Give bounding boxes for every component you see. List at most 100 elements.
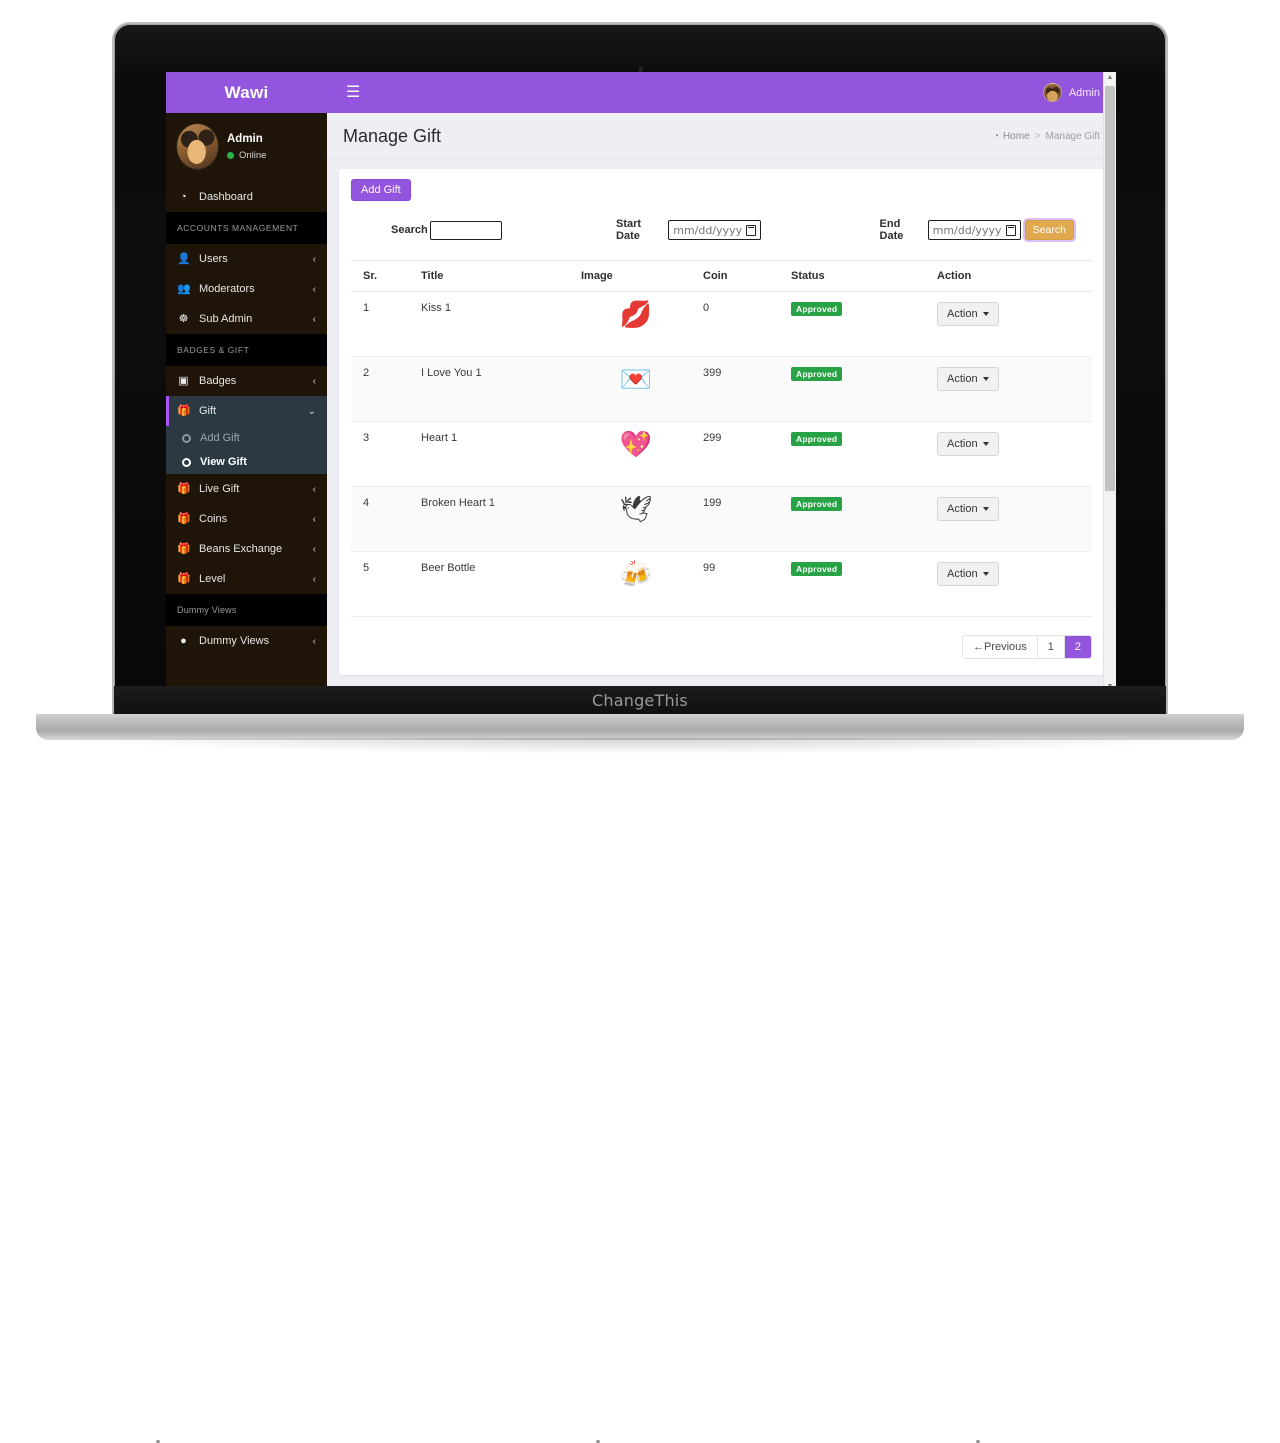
- chevron-left-icon: ‹: [312, 513, 316, 525]
- dashboard-icon: ◔: [180, 190, 187, 203]
- end-date-label: End Date: [879, 218, 904, 242]
- cell-title: Heart 1: [409, 421, 569, 487]
- gift-table: Sr. Title Image Coin Status Action 1 Kis…: [351, 260, 1092, 617]
- love-you-text-emoji: 💌: [619, 365, 653, 395]
- status-badge: Approved: [791, 562, 843, 576]
- search-label: Search: [391, 224, 428, 236]
- column-header-sr: Sr.: [351, 260, 409, 292]
- search-input[interactable]: [429, 220, 502, 240]
- gift-card-panel: Add Gift Search Start Date mm/dd/yyyy En…: [339, 169, 1104, 675]
- action-button-label: Action: [947, 373, 978, 385]
- laptop-mockup: Wawi ☰ Admin Admin Online ◔ Dashboard AC…: [0, 0, 1280, 1443]
- caret-down-icon: [982, 377, 989, 381]
- breadcrumb-home-label: Home: [1002, 131, 1030, 142]
- body-row: Admin Online ◔ Dashboard ACCOUNTS MANAGE…: [166, 113, 1116, 692]
- cell-coin: 399: [691, 356, 779, 422]
- end-date-input[interactable]: mm/dd/yyyy: [927, 220, 1021, 240]
- vertical-scrollbar[interactable]: ▲ ▼: [1103, 72, 1116, 692]
- pagination-page-1[interactable]: 1: [1037, 636, 1065, 658]
- circle-outline-icon: [182, 457, 191, 467]
- badge-icon: ▣: [178, 374, 189, 387]
- page-header: Manage Gift ◔ Home > Manage Gift: [327, 113, 1116, 159]
- sidebar-user-status: Online: [227, 150, 266, 161]
- add-gift-button[interactable]: Add Gift: [351, 179, 411, 201]
- pagination-wrapper: ←Previous 1 2: [351, 635, 1092, 659]
- search-button[interactable]: Search: [1024, 220, 1074, 240]
- action-dropdown-button[interactable]: Action: [937, 302, 999, 326]
- caret-down-icon: [982, 312, 989, 316]
- action-button-label: Action: [947, 438, 978, 450]
- sidebar-item-beans-exchange[interactable]: 🎁 Beans Exchange ‹: [166, 534, 327, 564]
- sidebar-item-coins[interactable]: 🎁 Coins ‹: [166, 504, 327, 534]
- beer-bottle-emoji: 🍻: [619, 560, 653, 590]
- avatar: [1042, 83, 1062, 102]
- circle-icon: ●: [180, 634, 187, 647]
- sidebar-subitem-add-gift[interactable]: Add Gift: [166, 426, 327, 450]
- calendar-icon[interactable]: [746, 224, 757, 236]
- scroll-up-arrow-icon[interactable]: ▲: [1104, 72, 1116, 83]
- sidebar-item-moderators[interactable]: 👥 Moderators ‹: [166, 274, 327, 304]
- pagination-previous[interactable]: ←Previous: [962, 636, 1038, 658]
- sidebar-item-gift[interactable]: 🎁 Gift ⌄: [166, 396, 327, 426]
- cell-action: Action: [925, 421, 1092, 487]
- action-dropdown-button[interactable]: Action: [937, 432, 999, 456]
- status-badge: Approved: [791, 367, 843, 381]
- sidebar-item-live-gift[interactable]: 🎁 Live Gift ‹: [166, 474, 327, 504]
- sidebar-item-dummy-views[interactable]: ● Dummy Views ‹: [166, 626, 327, 656]
- gift-table-body: 1 Kiss 1 💋 0 Approved Action 2 I Love Yo…: [351, 291, 1092, 617]
- cell-image: 🍻: [569, 551, 691, 617]
- start-date-input[interactable]: mm/dd/yyyy: [668, 220, 762, 240]
- cell-status: Approved: [779, 486, 925, 552]
- breadcrumb-home[interactable]: ◔ Home: [993, 131, 1030, 142]
- sidebar-subitem-label: View Gift: [200, 456, 247, 468]
- action-dropdown-button[interactable]: Action: [937, 562, 999, 586]
- status-badge: Approved: [791, 497, 843, 511]
- user-icon: 👤: [177, 252, 191, 265]
- cell-sr: 1: [351, 291, 409, 357]
- status-badge: Approved: [791, 432, 843, 446]
- scrollbar-thumb[interactable]: [1105, 86, 1115, 491]
- sidebar-item-sub-admin[interactable]: ☸ Sub Admin ‹: [166, 304, 327, 334]
- gift-icon: 🎁: [177, 572, 191, 585]
- caret-down-icon: [982, 507, 989, 511]
- cell-action: Action: [925, 291, 1092, 357]
- cell-sr: 4: [351, 486, 409, 552]
- sidebar-item-label: Beans Exchange: [199, 543, 283, 555]
- home-icon: ◔: [992, 131, 999, 142]
- breadcrumb: ◔ Home > Manage Gift: [993, 131, 1100, 142]
- sidebar-item-level[interactable]: 🎁 Level ‹: [166, 564, 327, 594]
- sidebar-item-users[interactable]: 👤 Users ‹: [166, 244, 327, 274]
- chevron-down-icon: ⌄: [307, 405, 316, 417]
- sidebar-item-badges[interactable]: ▣ Badges ‹: [166, 366, 327, 396]
- sidebar-subitem-view-gift[interactable]: View Gift: [166, 450, 327, 474]
- sidebar-item-dashboard[interactable]: ◔ Dashboard: [166, 182, 327, 212]
- pagination-page-2[interactable]: 2: [1064, 636, 1091, 658]
- app-brand[interactable]: Wawi: [166, 83, 327, 103]
- column-header-action: Action: [925, 260, 1092, 292]
- sidebar-item-label: Dummy Views: [199, 635, 270, 647]
- column-header-image: Image: [569, 260, 691, 292]
- table-row: 5 Beer Bottle 🍻 99 Approved Action: [351, 551, 1092, 617]
- cell-title: Broken Heart 1: [409, 486, 569, 552]
- cell-sr: 2: [351, 356, 409, 422]
- cell-coin: 0: [691, 291, 779, 357]
- sidebar-avatar: [177, 124, 218, 169]
- calendar-icon[interactable]: [1005, 224, 1016, 236]
- cell-title: Kiss 1: [409, 291, 569, 357]
- sidebar-item-label: Coins: [199, 513, 228, 525]
- sidebar-item-label: Sub Admin: [199, 313, 253, 325]
- cell-image: 💌: [569, 356, 691, 422]
- gift-icon: 🎁: [177, 404, 191, 417]
- cell-sr: 3: [351, 421, 409, 487]
- top-navbar: Wawi ☰ Admin: [166, 72, 1116, 113]
- chevron-left-icon: ‹: [312, 543, 316, 555]
- sidebar: Admin Online ◔ Dashboard ACCOUNTS MANAGE…: [166, 113, 327, 692]
- action-dropdown-button[interactable]: Action: [937, 497, 999, 521]
- lips-emoji: 💋: [619, 300, 653, 330]
- action-dropdown-button[interactable]: Action: [937, 367, 999, 391]
- sidebar-section-dummy-views: Dummy Views: [166, 594, 327, 626]
- hamburger-icon[interactable]: ☰: [342, 83, 364, 103]
- sidebar-item-label: Badges: [199, 375, 237, 387]
- navbar-user-menu[interactable]: Admin: [1042, 83, 1100, 102]
- users-group-icon: 👥: [177, 282, 191, 295]
